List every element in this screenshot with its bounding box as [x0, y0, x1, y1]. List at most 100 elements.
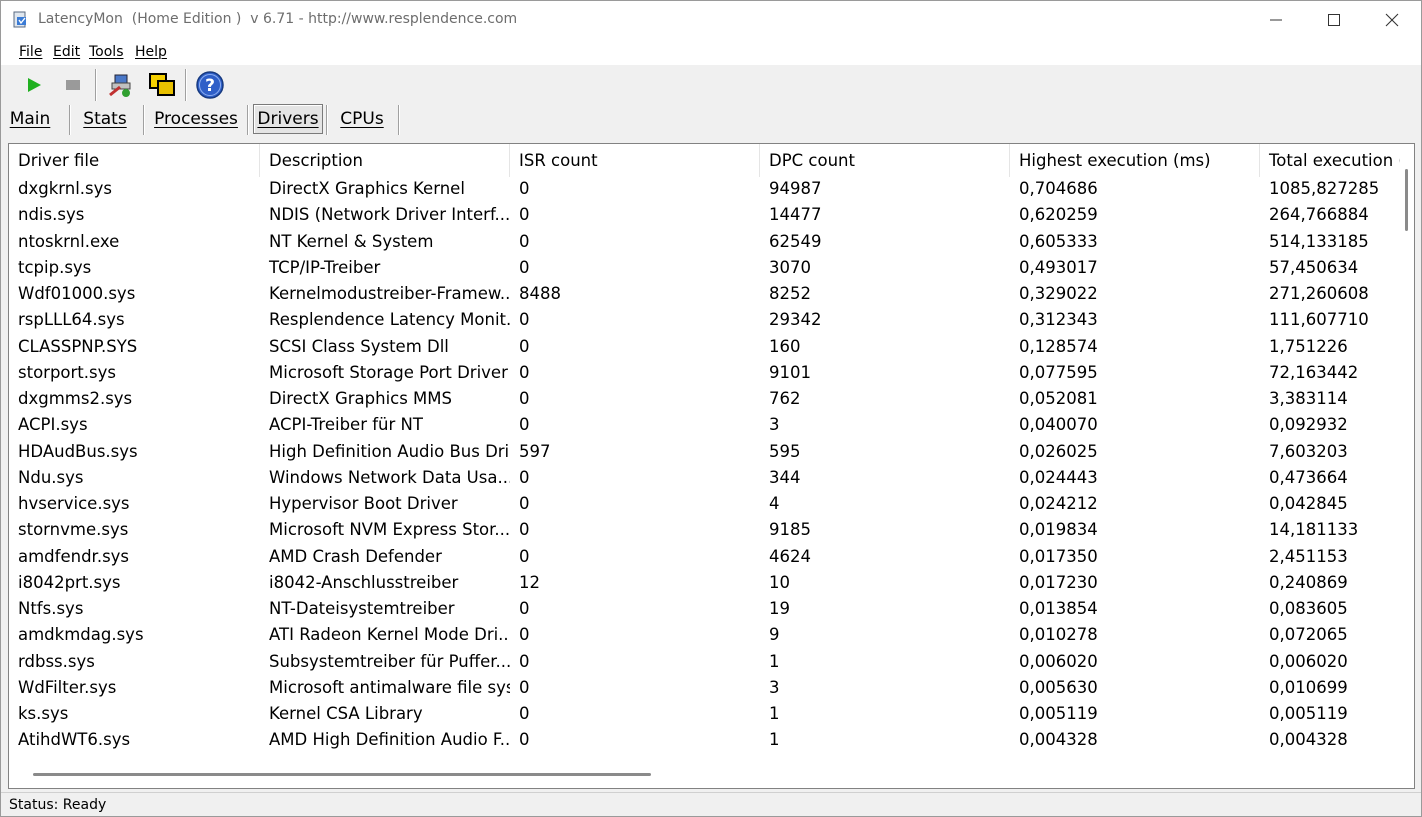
cell-driver-file: hvservice.sys — [18, 494, 130, 513]
help-button[interactable]: ? — [194, 69, 226, 101]
cell-isr-count: 0 — [519, 415, 530, 435]
table-row[interactable]: rspLLL64.sys Resplendence Latency Monit..… — [9, 307, 1396, 333]
cell-highest-execution: 0,605333 — [1019, 231, 1098, 251]
windows-icon — [149, 73, 175, 96]
table-row[interactable]: ndis.sys NDIS (Network Driver Interf... 0 1… — [9, 202, 1396, 228]
table-row[interactable]: CLASSPNP.SYS SCSI Class System Dll 0 160 0,1… — [9, 334, 1396, 360]
cell-total-execution: 0,083605 — [1269, 599, 1348, 618]
cell-description: DirectX Graphics MMS — [269, 389, 453, 408]
column-header-isr-count[interactable]: ISR count — [510, 144, 760, 177]
horizontal-scroll-thumb[interactable] — [33, 773, 651, 776]
tab-separator — [326, 105, 328, 135]
table-row[interactable]: rdbss.sys Subsystemtreiber für Puffer... 0… — [9, 649, 1396, 675]
cell-driver-file: Wdf01000.sys — [18, 284, 136, 303]
driver-analysis-button[interactable] — [105, 69, 137, 101]
toolbar-separator — [95, 69, 97, 101]
table-row[interactable]: dxgkrnl.sys DirectX Graphics Kernel 0 94987… — [9, 176, 1396, 202]
table-row[interactable]: WdFilter.sys Microsoft antimalware file s… — [9, 675, 1396, 701]
maximize-icon — [1328, 14, 1340, 26]
stop-button[interactable] — [57, 69, 89, 101]
table-row[interactable]: HDAudBus.sys High Definition Audio Bus Dr… — [9, 439, 1396, 465]
cell-dpc-count: 1 — [769, 730, 780, 750]
column-header-highest-execution[interactable]: Highest execution (ms) — [1010, 144, 1260, 177]
tab-processes[interactable]: Processes — [151, 103, 241, 135]
menu-tools[interactable]: Tools — [89, 44, 124, 60]
cell-driver-file: tcpip.sys — [18, 257, 92, 277]
app-window: LatencyMon (Home Edition ) v 6.71 - http… — [0, 0, 1422, 817]
vertical-scrollbar[interactable] — [1402, 161, 1412, 761]
menu-bar: File Edit Tools Help — [1, 39, 1421, 65]
tab-main[interactable]: Main — [5, 103, 55, 135]
cell-total-execution: 0,092932 — [1269, 415, 1348, 435]
cell-dpc-count: 62549 — [769, 231, 822, 251]
table-row[interactable]: AtihdWT6.sys AMD High Definition Audio F.… — [9, 727, 1396, 753]
cell-isr-count: 0 — [519, 179, 530, 198]
close-icon — [1385, 13, 1399, 27]
cell-driver-file: ntoskrnl.exe — [18, 231, 120, 251]
cell-description: NT-Dateisystemtreiber — [269, 599, 455, 618]
cell-description: AMD High Definition Audio F... — [269, 730, 510, 750]
cell-description: Hypervisor Boot Driver — [269, 494, 458, 513]
start-button[interactable] — [18, 69, 50, 101]
table-row[interactable]: ks.sys Kernel CSA Library 0 1 0,005119 0,0051… — [9, 701, 1396, 727]
table-row[interactable]: Ntfs.sys NT-Dateisystemtreiber 0 19 0,013854… — [9, 596, 1396, 622]
table-row[interactable]: Wdf01000.sys Kernelmodustreiber-Framew...… — [9, 281, 1396, 307]
cell-description: Subsystemtreiber für Puffer... — [269, 651, 510, 671]
drivers-table[interactable]: Driver file Description ISR count DPC co… — [8, 143, 1415, 789]
cell-description: Kernelmodustreiber-Framew... — [269, 284, 510, 303]
minimize-icon — [1270, 19, 1282, 21]
cell-highest-execution: 0,052081 — [1019, 389, 1098, 408]
column-header-description[interactable]: Description — [260, 144, 510, 177]
cell-total-execution: 264,766884 — [1269, 205, 1369, 225]
cell-driver-file: rspLLL64.sys — [18, 310, 125, 330]
table-row[interactable]: storport.sys Microsoft Storage Port Drive… — [9, 360, 1396, 386]
table-row[interactable]: Ndu.sys Windows Network Data Usa... 0 344 0,… — [9, 465, 1396, 491]
table-row[interactable]: tcpip.sys TCP/IP-Treiber 0 3070 0,493017 57,4… — [9, 255, 1396, 281]
table-row[interactable]: stornvme.sys Microsoft NVM Express Stor..… — [9, 517, 1396, 543]
column-header-driver-file[interactable]: Driver file — [9, 144, 260, 177]
maximize-button[interactable] — [1305, 1, 1363, 39]
menu-edit[interactable]: Edit — [53, 44, 80, 60]
cell-highest-execution: 0,620259 — [1019, 205, 1098, 225]
windows-button[interactable] — [146, 69, 178, 101]
menu-file[interactable]: File — [19, 44, 42, 60]
column-header-dpc-count[interactable]: DPC count — [760, 144, 1010, 177]
cell-description: ATI Radeon Kernel Mode Dri... — [269, 625, 510, 645]
table-row[interactable]: ACPI.sys ACPI-Treiber für NT 0 3 0,040070 0,0… — [9, 412, 1396, 438]
cell-isr-count: 597 — [519, 441, 551, 461]
toolbar: ? — [1, 65, 1421, 103]
table-row[interactable]: amdkmdag.sys ATI Radeon Kernel Mode Dri..… — [9, 622, 1396, 648]
cell-highest-execution: 0,026025 — [1019, 441, 1098, 461]
table-row[interactable]: dxgmms2.sys DirectX Graphics MMS 0 762 0,052… — [9, 386, 1396, 412]
stop-icon — [66, 80, 80, 90]
cell-total-execution: 0,004328 — [1269, 730, 1348, 750]
column-header-total-execution[interactable]: Total execution ( — [1260, 144, 1400, 177]
cell-driver-file: WdFilter.sys — [18, 677, 117, 697]
cell-dpc-count: 3 — [769, 677, 780, 697]
cell-isr-count: 0 — [519, 651, 530, 671]
table-row[interactable]: i8042prt.sys i8042-Anschlusstreiber 12 10 0,… — [9, 570, 1396, 596]
cell-dpc-count: 3 — [769, 415, 780, 435]
cell-isr-count: 0 — [519, 520, 530, 540]
table-row[interactable]: amdfendr.sys AMD Crash Defender 0 4624 0,017… — [9, 544, 1396, 570]
tab-drivers[interactable]: Drivers — [253, 104, 323, 134]
table-row[interactable]: ntoskrnl.exe NT Kernel & System 0 62549 0,60… — [9, 229, 1396, 255]
cell-dpc-count: 10 — [769, 572, 790, 592]
cell-driver-file: ks.sys — [18, 704, 69, 723]
cell-highest-execution: 0,010278 — [1019, 625, 1098, 645]
cell-description: NT Kernel & System — [269, 231, 434, 251]
cell-driver-file: AtihdWT6.sys — [18, 730, 131, 750]
cell-driver-file: storport.sys — [18, 362, 116, 382]
vertical-scroll-thumb[interactable] — [1405, 169, 1408, 231]
cell-total-execution: 0,005119 — [1269, 704, 1348, 723]
table-row[interactable]: hvservice.sys Hypervisor Boot Driver 0 4 0,0… — [9, 491, 1396, 517]
minimize-button[interactable] — [1247, 1, 1305, 39]
menu-help[interactable]: Help — [135, 44, 167, 60]
tab-stats[interactable]: Stats — [77, 103, 133, 135]
horizontal-scrollbar[interactable] — [9, 764, 1396, 786]
cell-dpc-count: 595 — [769, 441, 801, 461]
cell-highest-execution: 0,004328 — [1019, 730, 1098, 750]
cell-highest-execution: 0,017230 — [1019, 572, 1098, 592]
tab-cpus[interactable]: CPUs — [332, 103, 392, 135]
close-button[interactable] — [1363, 1, 1421, 39]
